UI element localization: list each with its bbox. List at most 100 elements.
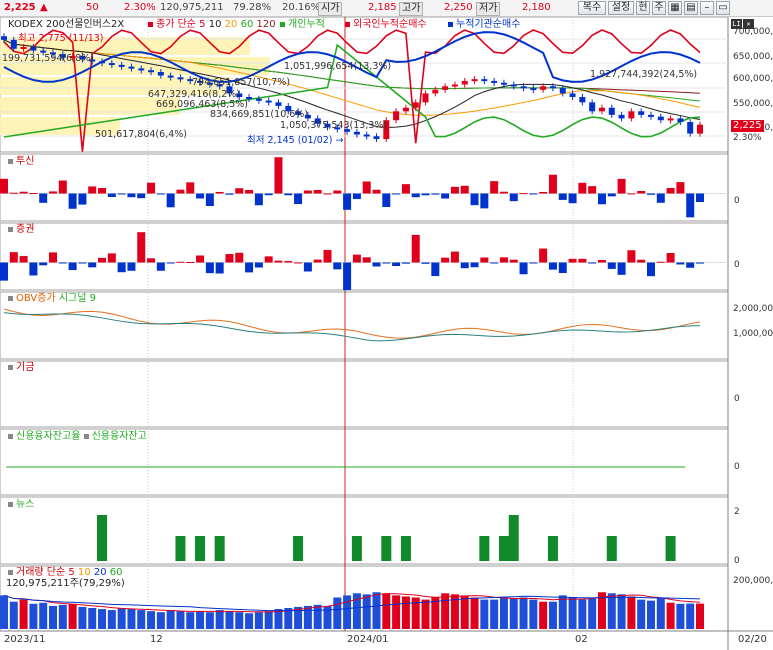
candle-body bbox=[432, 89, 439, 94]
volume-bar bbox=[245, 613, 254, 629]
volume-bar bbox=[39, 602, 48, 629]
volume-bar bbox=[588, 598, 597, 629]
note-8: 1,051,996,654(13,3%) bbox=[284, 61, 392, 72]
volume-bar bbox=[392, 595, 401, 629]
volume-bar bbox=[323, 605, 332, 629]
securities-bar bbox=[470, 262, 479, 268]
trust-bar bbox=[519, 193, 528, 195]
securities-bar bbox=[205, 262, 214, 274]
securities-bar bbox=[696, 262, 704, 264]
chart-canvas[interactable] bbox=[0, 16, 773, 650]
volume-bar bbox=[421, 599, 430, 629]
securities-bar bbox=[362, 257, 371, 263]
change-percent: 2.30% bbox=[124, 2, 156, 13]
panel-title-trust: 투신 bbox=[8, 156, 34, 168]
volume-bar bbox=[696, 603, 704, 629]
trust-bar bbox=[490, 181, 499, 194]
volume-bar bbox=[78, 606, 87, 629]
x-label: 2023/11 bbox=[4, 634, 46, 645]
candle-body bbox=[402, 107, 409, 112]
ratio-value-2: 20.16% bbox=[282, 2, 321, 13]
volume-bar bbox=[441, 593, 450, 629]
trust-bar bbox=[137, 193, 146, 199]
trust-bar bbox=[588, 186, 597, 194]
panel-menu-icon[interactable]: LI bbox=[731, 19, 742, 29]
securities-bar bbox=[274, 260, 283, 263]
candle-body bbox=[20, 47, 27, 49]
panel-frame bbox=[0, 291, 729, 360]
x-label: 2024/01 bbox=[347, 634, 389, 645]
trust-bar bbox=[382, 193, 391, 207]
candle-body bbox=[363, 134, 370, 137]
trust-bar bbox=[107, 193, 116, 198]
trust-bar bbox=[372, 189, 381, 194]
candle-body bbox=[108, 63, 115, 66]
panel-dot-icon bbox=[83, 433, 89, 439]
note-5: 794,651,857(10,7%) bbox=[192, 77, 291, 88]
legend-dot-icon bbox=[448, 21, 453, 27]
high-value: 2,250 bbox=[444, 2, 473, 13]
volume-bar bbox=[431, 597, 440, 629]
settings-button[interactable]: 설정 bbox=[608, 1, 634, 15]
candle-body bbox=[10, 39, 17, 49]
volume-bar bbox=[264, 611, 273, 629]
securities-bar bbox=[509, 259, 518, 263]
trust-bar bbox=[480, 193, 489, 209]
copy-button[interactable]: 복수 bbox=[578, 1, 606, 15]
panel-title-credit: 신용융자잔고율 신용융자잔고 bbox=[8, 431, 147, 443]
securities-bar bbox=[98, 257, 107, 263]
y-tick: 550,000, bbox=[733, 99, 773, 109]
open-label: 시가 bbox=[318, 2, 343, 16]
volume-bar bbox=[539, 601, 548, 629]
trust-bar bbox=[313, 189, 322, 194]
panel-close-icon[interactable]: ✕ bbox=[743, 19, 754, 29]
candle-body bbox=[177, 77, 184, 80]
volume-bar bbox=[362, 594, 371, 629]
trust-bar bbox=[29, 193, 38, 195]
window-icon[interactable]: ▭ bbox=[716, 1, 730, 15]
trust-bar bbox=[627, 193, 636, 195]
candle-body bbox=[255, 98, 262, 101]
securities-bar bbox=[294, 262, 303, 264]
current-button[interactable]: 현 bbox=[636, 1, 650, 15]
quote-header: 2,225 ▲ 50 2.30% 120,975,211 79.28% 20.1… bbox=[0, 0, 773, 17]
trust-bar bbox=[88, 186, 97, 194]
securities-bar bbox=[215, 262, 224, 274]
week-button[interactable]: 주 bbox=[652, 1, 666, 15]
securities-bar bbox=[392, 262, 401, 266]
news-bar bbox=[293, 536, 304, 561]
securities-bar bbox=[176, 261, 185, 263]
volume-bar bbox=[68, 603, 77, 629]
volume-bar bbox=[176, 611, 185, 629]
securities-bar bbox=[558, 262, 567, 274]
securities-bar bbox=[568, 258, 577, 263]
volume-bar bbox=[519, 597, 528, 629]
stock-chart[interactable]: KODEX 200선물인버스2X 종가 단순 5 10 20 60 120 개인… bbox=[0, 16, 773, 650]
minimize-icon[interactable]: – bbox=[700, 1, 714, 15]
securities-bar bbox=[686, 262, 695, 268]
candle-body bbox=[148, 70, 155, 73]
trust-bar bbox=[264, 193, 273, 196]
candle-body bbox=[657, 116, 664, 121]
legend-individual: 개인누적 bbox=[280, 19, 325, 31]
note-1: 199,731,594(6,8%) bbox=[2, 53, 94, 64]
securities-bar bbox=[137, 232, 146, 263]
candle-body bbox=[608, 107, 615, 115]
last-price-tag: 2,225 bbox=[731, 120, 764, 132]
securities-bar bbox=[382, 262, 391, 264]
panel-dot-icon bbox=[8, 158, 13, 164]
grid-icon[interactable]: ▦ bbox=[668, 1, 682, 15]
candle-body bbox=[510, 84, 517, 87]
securities-bar bbox=[617, 262, 626, 275]
volume-bar bbox=[568, 597, 577, 629]
securities-bar bbox=[548, 262, 557, 270]
securities-bar bbox=[313, 259, 322, 263]
volume-bar bbox=[156, 612, 165, 629]
trust-bar bbox=[215, 191, 224, 194]
zero-tick: 0 bbox=[734, 394, 740, 404]
volume-bar bbox=[401, 596, 410, 629]
layout-icon[interactable]: ▤ bbox=[684, 1, 698, 15]
trust-bar bbox=[225, 193, 234, 195]
candle-body bbox=[157, 72, 164, 76]
candle-body bbox=[589, 102, 596, 112]
